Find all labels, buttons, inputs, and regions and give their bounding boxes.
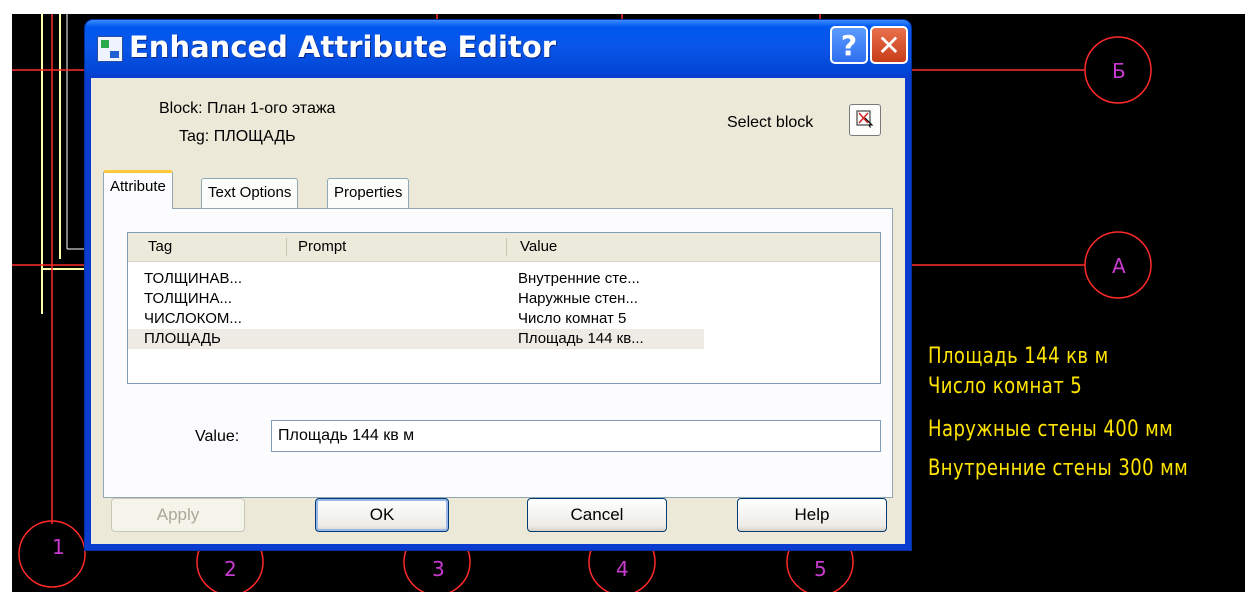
axis-label-4: 4: [616, 557, 629, 581]
select-block-icon: [856, 110, 874, 128]
axis-label-2: 2: [224, 557, 237, 581]
row-value: Число комнат 5: [518, 310, 627, 327]
app-icon: [97, 36, 123, 62]
close-icon[interactable]: ✕: [870, 26, 908, 64]
ok-button[interactable]: OK: [315, 498, 449, 532]
row-value: Наружные стен...: [518, 290, 638, 307]
row-value: Внутренние сте...: [518, 270, 640, 287]
help-icon[interactable]: ?: [830, 26, 868, 64]
value-label: Value:: [195, 428, 240, 445]
row-tag: ТОЛЩИНА...: [144, 290, 233, 307]
axis-label-a: А: [1112, 254, 1126, 278]
column-header-tag[interactable]: Tag: [148, 238, 172, 255]
tag-name-label: Tag: ПЛОЩАДЬ: [179, 128, 296, 145]
dialog-titlebar[interactable]: Enhanced Attribute Editor ? ✕: [85, 20, 911, 78]
value-input[interactable]: Площадь 144 кв м: [271, 420, 881, 452]
cancel-button[interactable]: Cancel: [527, 498, 667, 532]
dialog-body: Block: План 1-ого этажа Tag: ПЛОЩАДЬ Sel…: [91, 78, 905, 544]
axis-label-1: 1: [52, 535, 65, 559]
drawing-text-area: Площадь 144 кв м: [928, 344, 1109, 369]
list-item-selected[interactable]: ПЛОЩАДЬ Площадь 144 кв...: [128, 329, 704, 349]
attribute-list[interactable]: Tag Prompt Value ТОЛЩИНАВ... Внутренние …: [127, 232, 881, 384]
column-divider[interactable]: [286, 238, 287, 256]
apply-button[interactable]: Apply: [111, 498, 245, 532]
column-divider[interactable]: [506, 238, 507, 256]
list-item[interactable]: ТОЛЩИНА... Наружные стен...: [128, 289, 880, 309]
axis-label-5: 5: [814, 557, 827, 581]
row-tag: ТОЛЩИНАВ...: [144, 270, 243, 287]
screen: Б А 1 2 3 4 5 Площадь 144 кв м Число ком…: [0, 0, 1245, 592]
select-block-button[interactable]: [849, 104, 881, 136]
list-item[interactable]: ТОЛЩИНАВ... Внутренние сте...: [128, 269, 880, 289]
tab-text-options[interactable]: Text Options: [201, 178, 299, 208]
row-value: Площадь 144 кв...: [518, 330, 644, 347]
list-header: Tag Prompt Value: [128, 233, 880, 262]
axis-label-3: 3: [432, 557, 445, 581]
column-header-prompt[interactable]: Prompt: [298, 238, 346, 255]
drawing-text-inner-walls: Внутренние стены 300 мм: [928, 456, 1189, 481]
column-header-value[interactable]: Value: [520, 238, 557, 255]
tab-attribute[interactable]: Attribute: [103, 170, 173, 209]
drawing-text-outer-walls: Наружные стены 400 мм: [928, 417, 1174, 442]
block-name-label: Block: План 1-ого этажа: [159, 100, 336, 117]
tab-properties[interactable]: Properties: [327, 178, 410, 208]
drawing-text-rooms: Число комнат 5: [928, 374, 1083, 399]
help-button[interactable]: Help: [737, 498, 887, 532]
axis-label-b: Б: [1112, 59, 1126, 83]
dialog-title: Enhanced Attribute Editor: [129, 30, 557, 64]
select-block-label: Select block: [727, 114, 814, 131]
row-tag: ПЛОЩАДЬ: [144, 330, 221, 347]
enhanced-attribute-editor-dialog: Enhanced Attribute Editor ? ✕ Block: Пла…: [85, 20, 911, 550]
list-item[interactable]: ЧИСЛОКОМ... Число комнат 5: [128, 309, 880, 329]
row-tag: ЧИСЛОКОМ...: [144, 310, 242, 327]
